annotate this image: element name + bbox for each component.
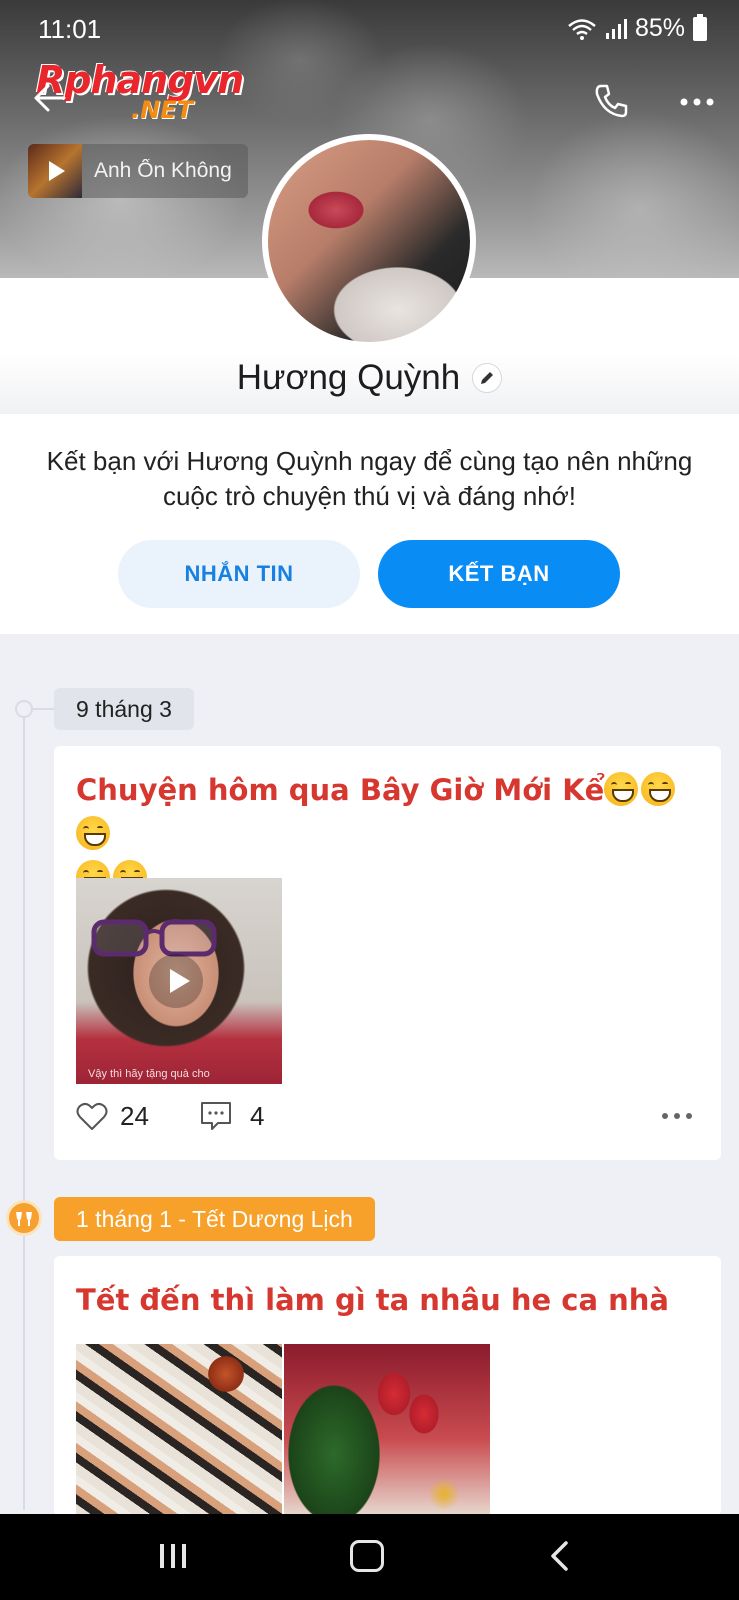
home-icon[interactable] [350, 1540, 384, 1572]
friend-intro-section: Kết bạn với Hương Quỳnh ngay để cùng tạo… [0, 414, 739, 634]
grinning-face-emoji-icon [641, 772, 676, 806]
back-arrow-icon[interactable] [32, 80, 68, 116]
post-video-thumbnail[interactable]: Vậy thì hãy tặng quà cho [76, 878, 282, 1084]
like-count: 24 [120, 1100, 149, 1131]
post-more-icon[interactable] [661, 1112, 693, 1120]
edit-pencil-icon[interactable] [472, 363, 503, 393]
post-title-text: Chuyện hôm qua Bây Giờ Mới Kể [76, 773, 605, 807]
grinning-face-emoji-icon [76, 816, 110, 850]
post-actions: 24 4 [76, 1098, 701, 1134]
battery-percent: 85% [634, 14, 685, 42]
friend-intro-text: Kết bạn với Hương Quỳnh ngay để cùng tạo… [46, 446, 693, 511]
music-title: Anh Ổn Không [94, 159, 232, 182]
video-caption: Vậy thì hãy tặng quà cho [88, 1068, 210, 1080]
recent-apps-icon[interactable] [158, 1542, 188, 1570]
timeline-connector [33, 708, 55, 710]
wifi-icon [568, 18, 596, 40]
celebration-cheers-icon [6, 1200, 42, 1236]
comment-count: 4 [250, 1100, 265, 1131]
post-photo-christmas-tree[interactable] [284, 1344, 490, 1516]
glasses-detail [91, 919, 217, 957]
timeline-post[interactable]: Tết đến thì làm gì ta nhâu he ca nhà [54, 1256, 721, 1516]
timeline-dot [15, 700, 33, 718]
watermark-sub: .NET [131, 96, 193, 124]
timeline-post[interactable]: Chuyện hôm qua Bây Giờ Mới Kể Vậy thì hã… [54, 746, 721, 1160]
battery-icon [693, 13, 707, 41]
avatar[interactable] [262, 134, 476, 348]
add-friend-button[interactable]: KẾT BẠN [378, 540, 620, 608]
message-button[interactable]: NHẮN TIN [118, 540, 360, 608]
watermark-logo: Rphangvn .NET [36, 58, 266, 128]
signal-icon [605, 18, 627, 39]
date-chip: 9 tháng 3 [54, 688, 194, 730]
status-time: 11:01 [38, 14, 102, 44]
more-options-icon[interactable] [680, 98, 714, 106]
timeline-line [23, 700, 25, 1510]
nav-back-icon[interactable] [548, 1540, 570, 1572]
profile-music-chip[interactable]: Anh Ổn Không [28, 144, 248, 198]
post-photo-food[interactable] [76, 1344, 282, 1516]
grinning-face-emoji-icon [604, 772, 639, 806]
play-icon [49, 161, 65, 181]
system-nav-bar [0, 1514, 739, 1600]
status-icons: 85% [567, 13, 707, 43]
holiday-date-chip: 1 tháng 1 - Tết Dương Lịch [54, 1197, 375, 1241]
phone-icon[interactable] [592, 82, 630, 120]
play-icon[interactable] [149, 954, 203, 1008]
status-bar: 11:01 85% [0, 0, 739, 60]
profile-name-row: Hương Quỳnh [0, 358, 739, 398]
comment-icon[interactable] [200, 1101, 232, 1131]
music-thumbnail [28, 144, 82, 198]
profile-name: Hương Quỳnh [236, 358, 461, 397]
heart-icon[interactable] [76, 1101, 108, 1131]
post-title: Tết đến thì làm gì ta nhâu he ca nhà [76, 1283, 669, 1317]
